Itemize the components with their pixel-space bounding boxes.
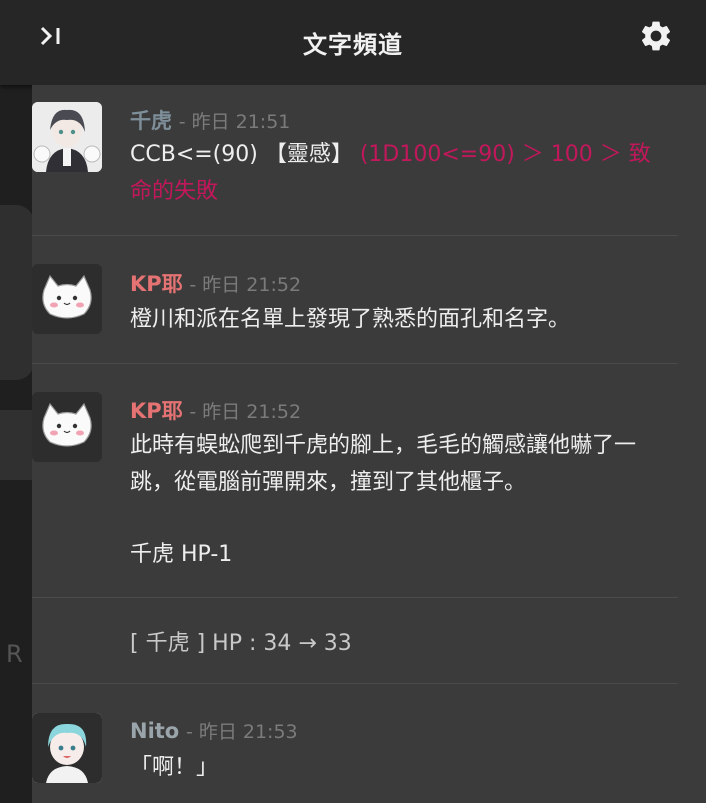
timestamp: - 昨日 21:53 xyxy=(185,721,298,743)
avatar-image xyxy=(32,264,102,334)
sender-name[interactable]: Nito xyxy=(130,719,179,743)
top-bar: 文字頻道 xyxy=(0,0,706,85)
gear-icon xyxy=(641,21,671,51)
message-meta: 千虎 - 昨日 21:51 xyxy=(130,105,290,135)
sender-name[interactable]: 千虎 xyxy=(130,109,172,133)
message-meta: KP耶 - 昨日 21:52 xyxy=(130,395,301,425)
divider xyxy=(32,235,678,236)
channel-title: 文字頻道 xyxy=(303,31,403,59)
avatar-image xyxy=(32,102,102,172)
avatar[interactable] xyxy=(32,264,102,334)
avatar[interactable] xyxy=(32,392,102,462)
timestamp: - 昨日 21:52 xyxy=(189,274,302,296)
avatar-image xyxy=(32,392,102,462)
message-extra-text: 千虎 HP-1 xyxy=(130,542,233,567)
chat-panel[interactable]: 千虎 - 昨日 21:51 CCB<=(90) 【靈感】 (1D100<=90)… xyxy=(32,85,706,803)
divider xyxy=(32,597,678,598)
timestamp: - 昨日 21:52 xyxy=(189,401,302,423)
timestamp: - 昨日 21:51 xyxy=(178,111,291,133)
collapse-panel-icon xyxy=(40,26,60,46)
avatar[interactable] xyxy=(32,713,102,783)
message-text: 橙川和派在名單上發現了熟悉的面孔和名字。 xyxy=(130,307,571,332)
background-text: R xyxy=(6,640,23,668)
message-text: CCB<=(90) 【靈感】 (1D100<=90) ＞ 100 ＞ 致命的失敗 xyxy=(130,136,670,210)
background-shape xyxy=(0,205,34,380)
system-message: [ 千虎 ] HP : 34 → 33 xyxy=(130,631,352,656)
command-text: CCB<=(90) 【靈感】 xyxy=(130,142,353,167)
avatar-image xyxy=(32,713,102,783)
avatar[interactable] xyxy=(32,102,102,172)
message-text: 此時有蜈蚣爬到千虎的腳上，毛毛的觸感讓他嚇了一跳，從電腦前彈開來，撞到了其他櫃子… xyxy=(130,433,637,495)
settings-button[interactable] xyxy=(638,18,674,54)
message-meta: Nito - 昨日 21:53 xyxy=(130,717,298,744)
message-text: 「啊！」 xyxy=(130,755,219,780)
sender-name[interactable]: KP耶 xyxy=(130,399,183,423)
collapse-panel-button[interactable] xyxy=(38,22,66,50)
message-meta: KP耶 - 昨日 21:52 xyxy=(130,268,301,298)
sender-name[interactable]: KP耶 xyxy=(130,272,183,296)
divider xyxy=(32,683,678,684)
divider xyxy=(32,363,678,364)
background-shape xyxy=(0,410,34,480)
